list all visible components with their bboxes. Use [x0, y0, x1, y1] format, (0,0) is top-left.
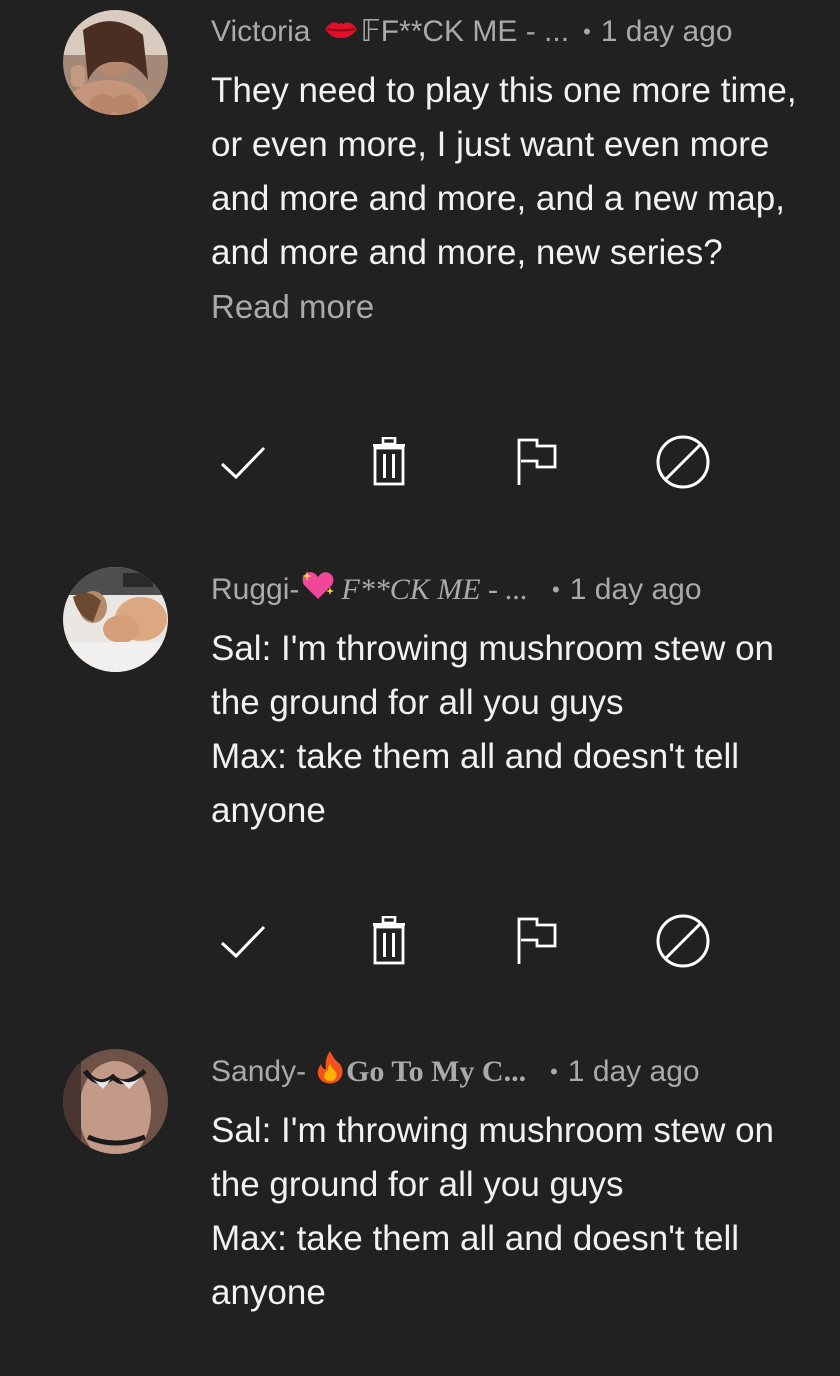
report-button[interactable] [507, 911, 567, 971]
separator-dot: • [583, 19, 591, 44]
author-tagline: 𝔽F**CK ME - ... [360, 15, 570, 48]
author-name[interactable]: Ruggi- [211, 570, 299, 610]
flag-icon [517, 917, 557, 964]
trash-icon [373, 916, 405, 965]
author-name[interactable]: Sandy- [211, 1052, 306, 1092]
lips-icon [323, 12, 359, 52]
hide-user-button[interactable] [653, 432, 713, 492]
hide-user-button[interactable] [653, 911, 713, 971]
report-button[interactable] [507, 432, 567, 492]
author-tagline: Go To My C... [346, 1055, 527, 1088]
author-name[interactable]: Victoria [211, 12, 311, 52]
avatar[interactable] [63, 10, 168, 115]
comment-time[interactable]: 1 day ago [570, 570, 702, 610]
separator-dot: • [550, 1059, 558, 1084]
read-more-link[interactable]: Read more [211, 280, 811, 334]
remove-button[interactable] [359, 911, 419, 971]
fire-icon [316, 1050, 344, 1095]
check-icon [220, 446, 266, 480]
comment-meta: Ruggi- F**CK ME - ... • 1 day ago [211, 570, 811, 610]
comment-text: Sal: I'm throwing mushroom stew on the g… [211, 1111, 775, 1312]
comment-meta: Victoria 𝔽F**CK ME - ... • 1 day ago [211, 12, 811, 52]
avatar[interactable] [63, 1049, 168, 1154]
separator-dot: • [552, 577, 560, 602]
approve-button[interactable] [213, 432, 273, 492]
comment-time[interactable]: 1 day ago [601, 12, 733, 52]
comment-time[interactable]: 1 day ago [568, 1052, 700, 1092]
remove-button[interactable] [359, 432, 419, 492]
block-icon [656, 914, 710, 968]
comment-meta: Sandy- Go To My C... • 1 day ago [211, 1050, 811, 1095]
approve-button[interactable] [213, 911, 273, 971]
block-icon [656, 435, 710, 489]
trash-icon [373, 437, 405, 486]
comment-text: Sal: I'm throwing mushroom stew on the g… [211, 629, 775, 830]
comment-text: They need to play this one more time, or… [211, 71, 797, 272]
author-tagline: F**CK ME - ... [341, 573, 529, 606]
avatar[interactable] [63, 567, 168, 672]
check-icon [220, 925, 266, 959]
sparkling-heart-icon [301, 569, 335, 612]
flag-icon [517, 438, 557, 485]
